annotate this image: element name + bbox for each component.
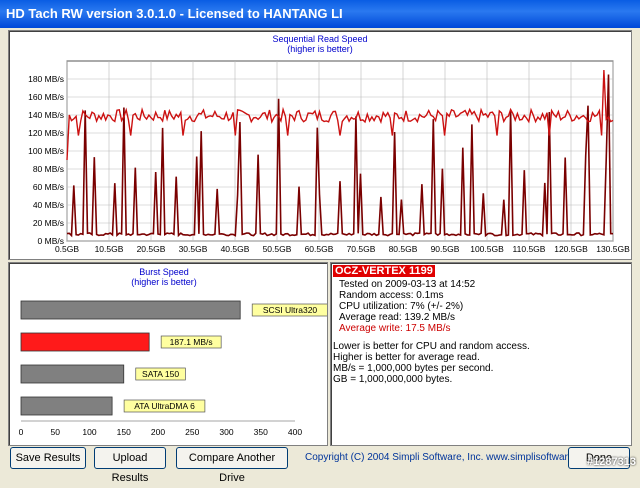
burst-bar-label: SCSI Ultra320: [263, 305, 318, 315]
burst-x-tick-label: 200: [151, 427, 165, 437]
x-tick-label: 50.5GB: [263, 244, 292, 254]
watermark: #1287313: [587, 456, 636, 468]
burst-x-tick-label: 300: [219, 427, 233, 437]
burst-bar: [20, 332, 150, 352]
x-tick-label: 100.5GB: [470, 244, 504, 254]
burst-x-tick-label: 350: [254, 427, 268, 437]
burst-bar: [20, 364, 125, 384]
x-tick-label: 10.5GB: [95, 244, 124, 254]
y-tick-label: 160 MB/s: [28, 92, 64, 102]
y-tick-label: 60 MB/s: [33, 182, 64, 192]
hdtach-window: HD Tach RW version 3.0.1.0 - Licensed to…: [0, 0, 640, 484]
burst-x-tick-label: 400: [288, 427, 302, 437]
y-tick-label: 120 MB/s: [28, 128, 64, 138]
y-tick-label: 180 MB/s: [28, 74, 64, 84]
burst-bar-label: 187.1 MB/s: [170, 337, 213, 347]
note-gb-definition: GB = 1,000,000,000 bytes.: [333, 374, 453, 385]
upload-results-button[interactable]: Upload Results: [94, 447, 166, 484]
x-tick-label: 80.5GB: [389, 244, 418, 254]
burst-x-tick-label: 150: [117, 427, 131, 437]
burst-x-tick-label: 250: [185, 427, 199, 437]
y-tick-label: 80 MB/s: [33, 164, 64, 174]
note-higher-better: Higher is better for average read.: [333, 352, 480, 363]
average-write: Average write: 17.5 MB/s: [339, 323, 451, 334]
burst-x-tick-label: 50: [51, 427, 61, 437]
burst-bar-label: ATA UltraDMA 6: [134, 401, 195, 411]
burst-speed-panel: Burst Speed (higher is better) SCSI Ultr…: [8, 262, 329, 446]
y-tick-label: 100 MB/s: [28, 146, 64, 156]
compare-another-drive-button[interactable]: Compare Another Drive: [176, 447, 288, 484]
burst-bar-label: SATA 150: [142, 369, 179, 379]
results-info-panel: OCZ-VERTEX 1199 Tested on 2009-03-13 at …: [330, 262, 632, 446]
x-tick-label: 110.5GB: [513, 244, 546, 254]
burst-x-tick-label: 0: [19, 427, 24, 437]
burst-chart-subtitle: (higher is better): [131, 277, 197, 287]
burst-chart-title: Burst Speed: [139, 267, 189, 277]
x-tick-label: 40.5GB: [221, 244, 250, 254]
x-tick-label: 120.5GB: [554, 244, 588, 254]
burst-speed-chart: Burst Speed (higher is better) SCSI Ultr…: [19, 267, 329, 437]
sequential-read-chart: Sequential Read Speed (higher is better)…: [28, 34, 630, 254]
x-tick-label: 90.5GB: [431, 244, 460, 254]
x-tick-label: 0.5GB: [55, 244, 79, 254]
note-lower-better: Lower is better for CPU and random acces…: [333, 341, 530, 352]
window-title: HD Tach RW version 3.0.1.0 - Licensed to…: [6, 6, 343, 21]
save-results-button[interactable]: Save Results: [10, 447, 86, 469]
seq-chart-subtitle: (higher is better): [287, 44, 353, 54]
average-read: Average read: 139.2 MB/s: [339, 312, 455, 323]
sequential-read-panel: Sequential Read Speed (higher is better)…: [8, 30, 632, 260]
title-bar: HD Tach RW version 3.0.1.0 - Licensed to…: [0, 0, 640, 28]
drive-name: OCZ-VERTEX 1199: [333, 265, 435, 277]
x-tick-label: 20.5GB: [137, 244, 166, 254]
x-tick-label: 60.5GB: [305, 244, 334, 254]
y-tick-label: 20 MB/s: [33, 218, 64, 228]
y-tick-label: 140 MB/s: [28, 110, 64, 120]
cpu-utilization: CPU utilization: 7% (+/- 2%): [339, 301, 464, 312]
burst-bar: [20, 396, 113, 416]
y-tick-label: 40 MB/s: [33, 200, 64, 210]
x-tick-label: 70.5GB: [347, 244, 376, 254]
copyright-link[interactable]: Copyright (C) 2004 Simpli Software, Inc.…: [305, 452, 595, 463]
seq-chart-title: Sequential Read Speed: [272, 34, 367, 44]
test-date: Tested on 2009-03-13 at 14:52: [339, 279, 476, 290]
burst-bar: [20, 300, 241, 320]
random-access: Random access: 0.1ms: [339, 290, 444, 301]
x-tick-label: 30.5GB: [179, 244, 208, 254]
note-mbps-definition: MB/s = 1,000,000 bytes per second.: [333, 363, 494, 374]
burst-x-tick-label: 100: [82, 427, 96, 437]
x-tick-label: 130.5GB: [596, 244, 630, 254]
